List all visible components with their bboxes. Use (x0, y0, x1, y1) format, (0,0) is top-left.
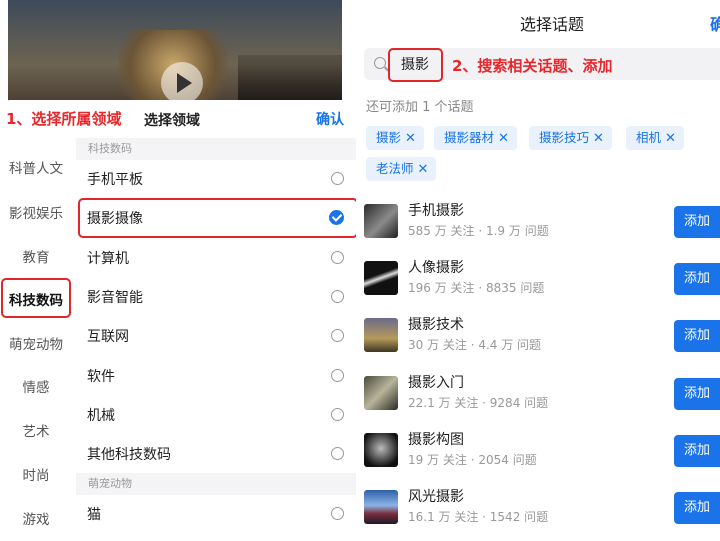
confirm-button[interactable]: 确认 (316, 109, 344, 129)
annotation-step2: 2、搜索相关话题、添加 (452, 57, 613, 75)
remove-chip-icon[interactable]: ✕ (593, 131, 604, 146)
topic-stats: 30 万 关注 · 4.4 万 问题 (408, 338, 542, 353)
remove-chip-icon[interactable]: ✕ (405, 131, 416, 146)
category-item[interactable]: 萌宠动物 (0, 333, 72, 353)
remove-chip-icon[interactable]: ✕ (418, 162, 429, 177)
chip-label: 摄影器材 (444, 130, 495, 145)
sheet-title: 选择领域 (144, 113, 200, 129)
topic-row[interactable]: 手机摄影 585 万 关注 · 1.9 万 问题 添加 (356, 196, 720, 252)
highlight-box-search (388, 48, 443, 82)
radio-icon[interactable] (331, 507, 344, 520)
search-icon (374, 57, 386, 69)
topic-chip[interactable]: 摄影技巧 ✕ (529, 126, 612, 150)
topic-chip[interactable]: 摄影 ✕ (366, 126, 424, 150)
topic-name: 摄影构图 (408, 431, 464, 448)
remove-chip-icon[interactable]: ✕ (665, 131, 676, 146)
topic-name: 风光摄影 (408, 489, 464, 505)
add-topic-button[interactable]: 添加 (674, 377, 720, 410)
category-item[interactable]: 时尚 (0, 464, 72, 484)
topic-thumbnail (364, 318, 398, 353)
subcategory-label: 猫 (87, 507, 101, 523)
radio-icon[interactable] (331, 172, 344, 185)
subcategory-label: 计算机 (87, 250, 129, 267)
add-topic-button[interactable]: 添加 (674, 263, 720, 296)
remaining-hint: 还可添加 1 个话题 (366, 100, 474, 115)
radio-icon[interactable] (331, 407, 344, 421)
add-topic-button[interactable]: 添加 (674, 320, 720, 353)
topic-row[interactable]: 人像摄影 196 万 关注 · 8835 问题 添加 (356, 253, 720, 309)
topic-row[interactable]: 摄影入门 22.1 万 关注 · 9284 问题 添加 (356, 368, 720, 424)
radio-icon[interactable] (331, 250, 344, 264)
annotation-step1: 1、选择所属领域 (6, 110, 122, 128)
subcategory-item[interactable]: 影音智能 (76, 278, 356, 316)
topic-name: 手机摄影 (408, 203, 464, 219)
subcategory-item[interactable]: 软件 (76, 357, 356, 395)
topic-chip[interactable]: 摄影器材 ✕ (434, 126, 517, 150)
topic-chip[interactable]: 相机 ✕ (626, 126, 684, 150)
subcategory-label: 互联网 (87, 329, 129, 346)
category-item[interactable]: 科普人文 (0, 157, 72, 177)
radio-icon[interactable] (331, 368, 344, 382)
highlight-box-subcategory (78, 198, 356, 238)
add-topic-button[interactable]: 添加 (674, 206, 720, 238)
subcategory-item[interactable]: 其他科技数码 (76, 435, 356, 473)
topic-thumbnail (364, 432, 398, 467)
play-icon[interactable] (161, 62, 203, 104)
subcategory-list: 科技数码 手机平板 摄影摄像 计算机 影音智能 互联网 软件 机械 其他科技数码 萌宠动物猫 (76, 136, 356, 541)
subcategory-item[interactable]: 互联网 (76, 317, 356, 355)
chip-label: 老法师 (376, 161, 414, 176)
chip-label: 摄影 (376, 130, 402, 145)
category-item[interactable]: 教育 (0, 246, 72, 266)
category-list: 科普人文 影视娱乐 教育 科技数码 萌宠动物 情感 艺术 时尚 游戏 (0, 140, 72, 541)
radio-icon[interactable] (331, 447, 344, 461)
category-item[interactable]: 影视娱乐 (0, 202, 72, 222)
subcategory-label: 机械 (87, 407, 115, 424)
domain-sheet: 选择领域 确认 科普人文 影视娱乐 教育 科技数码 萌宠动物 情感 艺术 时尚 游戏 科技数码手… (0, 100, 356, 541)
subcategory-item[interactable]: 猫 (76, 495, 356, 533)
left-screen: 选择领域 确认 科普人文 影视娱乐 教育 科技数码 萌宠动物 情感 艺术 时尚 游戏 科技数码手… (0, 0, 356, 541)
topic-thumbnail (364, 375, 398, 410)
radio-icon[interactable] (331, 289, 344, 303)
category-item[interactable]: 情感 (0, 376, 72, 396)
add-topic-button[interactable]: 添加 (674, 492, 720, 524)
group-header: 萌宠动物 (76, 473, 356, 495)
topic-page-title: 选择话题 (520, 15, 585, 34)
subcategory-label: 手机平板 (87, 172, 143, 188)
radio-icon[interactable] (331, 329, 344, 343)
category-item[interactable]: 艺术 (0, 420, 72, 440)
topic-row[interactable]: 摄影构图 19 万 关注 · 2054 问题 添加 (356, 425, 720, 481)
subcategory-item[interactable]: 计算机 (76, 239, 356, 277)
subcategory-label: 影音智能 (87, 289, 143, 306)
topic-thumbnail (364, 261, 398, 296)
subcategory-item[interactable]: 机械 (76, 396, 356, 434)
subcategory-label: 软件 (87, 368, 115, 385)
topic-row[interactable]: 风光摄影 16.1 万 关注 · 1542 问题 添加 (356, 482, 720, 538)
chip-label: 摄影技巧 (539, 130, 590, 145)
topic-thumbnail (364, 204, 398, 238)
chip-label: 相机 (636, 130, 662, 145)
topic-thumbnail (364, 490, 398, 524)
topic-name: 人像摄影 (408, 260, 464, 277)
subcategory-item[interactable]: 手机平板 (76, 160, 356, 198)
group-header: 科技数码 (76, 138, 356, 160)
topic-name: 摄影入门 (408, 374, 464, 391)
topic-stats: 19 万 关注 · 2054 问题 (408, 452, 537, 467)
topic-row[interactable]: 摄影技术 30 万 关注 · 4.4 万 问题 添加 (356, 310, 720, 366)
topic-stats: 16.1 万 关注 · 1542 问题 (408, 510, 549, 524)
topic-stats: 196 万 关注 · 8835 问题 (408, 281, 545, 296)
highlight-box-category (1, 278, 71, 318)
remove-chip-icon[interactable]: ✕ (498, 131, 509, 146)
right-screen: 选择话题 确 摄影 2、搜索相关话题、添加 还可添加 1 个话题 摄影 ✕ 摄影器材… (356, 0, 720, 541)
topic-name: 摄影技术 (408, 317, 464, 334)
category-item[interactable]: 游戏 (0, 508, 72, 528)
add-topic-button[interactable]: 添加 (674, 434, 720, 467)
topic-stats: 22.1 万 关注 · 9284 问题 (408, 395, 549, 410)
topic-stats: 585 万 关注 · 1.9 万 问题 (408, 224, 549, 238)
confirm-button-cut[interactable]: 确 (710, 11, 720, 35)
subcategory-label: 其他科技数码 (87, 447, 171, 464)
topic-chip[interactable]: 老法师 ✕ (366, 157, 437, 181)
